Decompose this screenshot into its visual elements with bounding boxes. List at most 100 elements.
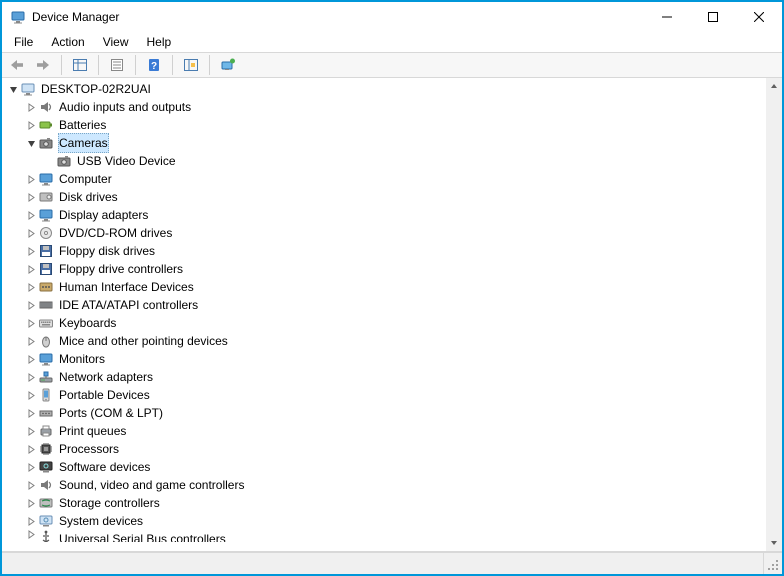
- tree-node-label: Computer: [58, 170, 113, 188]
- ide-icon: [38, 297, 54, 313]
- tree-category[interactable]: Batteries: [6, 116, 766, 134]
- chevron-right-icon[interactable]: [24, 283, 38, 292]
- menu-help[interactable]: Help: [139, 34, 180, 50]
- tree-category[interactable]: Portable Devices: [6, 386, 766, 404]
- tree-category[interactable]: Display adapters: [6, 206, 766, 224]
- chevron-right-icon[interactable]: [24, 445, 38, 454]
- menu-view[interactable]: View: [95, 34, 137, 50]
- disc-icon: [38, 225, 54, 241]
- tree-category[interactable]: Audio inputs and outputs: [6, 98, 766, 116]
- minimize-button[interactable]: [644, 2, 690, 32]
- scroll-down-icon[interactable]: [766, 535, 782, 551]
- tree-category[interactable]: DVD/CD-ROM drives: [6, 224, 766, 242]
- resize-grip-icon[interactable]: [764, 553, 782, 574]
- tree-category[interactable]: Floppy disk drives: [6, 242, 766, 260]
- tree-root[interactable]: DESKTOP-02R2UAI: [6, 80, 766, 98]
- camera-icon: [56, 153, 72, 169]
- tree-category[interactable]: Sound, video and game controllers: [6, 476, 766, 494]
- tree-node-label: Floppy disk drives: [58, 242, 156, 260]
- tree-node-label: Human Interface Devices: [58, 278, 195, 296]
- tree-node-label: Monitors: [58, 350, 106, 368]
- tree-category[interactable]: Cameras: [6, 134, 766, 152]
- tree-category[interactable]: Human Interface Devices: [6, 278, 766, 296]
- toolbar-separator: [135, 55, 136, 75]
- chevron-right-icon[interactable]: [24, 103, 38, 112]
- close-button[interactable]: [736, 2, 782, 32]
- system-icon: [38, 513, 54, 529]
- monitor-icon: [38, 207, 54, 223]
- status-cell: [2, 553, 764, 574]
- tree-category[interactable]: Keyboards: [6, 314, 766, 332]
- chevron-right-icon[interactable]: [24, 355, 38, 364]
- tree-category[interactable]: Processors: [6, 440, 766, 458]
- tree-node-label: Mice and other pointing devices: [58, 332, 229, 350]
- tree-category[interactable]: Software devices: [6, 458, 766, 476]
- usb-icon: [38, 530, 54, 542]
- menu-action[interactable]: Action: [43, 34, 92, 50]
- tree-category[interactable]: Ports (COM & LPT): [6, 404, 766, 422]
- back-button[interactable]: [6, 54, 28, 76]
- tree-category[interactable]: Universal Serial Bus controllers: [6, 530, 766, 542]
- chevron-right-icon[interactable]: [24, 193, 38, 202]
- tree-node-label: Network adapters: [58, 368, 154, 386]
- show-hide-tree-button[interactable]: [69, 54, 91, 76]
- chevron-right-icon[interactable]: [24, 319, 38, 328]
- chevron-right-icon[interactable]: [24, 409, 38, 418]
- device-tree[interactable]: DESKTOP-02R2UAIAudio inputs and outputsB…: [2, 78, 766, 551]
- chevron-down-icon[interactable]: [24, 139, 38, 148]
- chevron-right-icon[interactable]: [24, 427, 38, 436]
- maximize-button[interactable]: [690, 2, 736, 32]
- tree-category[interactable]: Floppy drive controllers: [6, 260, 766, 278]
- tree-category[interactable]: Mice and other pointing devices: [6, 332, 766, 350]
- chevron-right-icon[interactable]: [24, 265, 38, 274]
- tree-category[interactable]: System devices: [6, 512, 766, 530]
- computer-icon: [20, 81, 36, 97]
- statusbar: [2, 552, 782, 574]
- scroll-up-icon[interactable]: [766, 78, 782, 94]
- chevron-right-icon[interactable]: [24, 121, 38, 130]
- device-manager-window: Device Manager File Action View Help: [0, 0, 784, 576]
- audio-icon: [38, 477, 54, 493]
- chevron-down-icon[interactable]: [6, 85, 20, 94]
- chevron-right-icon[interactable]: [24, 301, 38, 310]
- tree-node-label: IDE ATA/ATAPI controllers: [58, 296, 199, 314]
- help-button[interactable]: ?: [143, 54, 165, 76]
- tree-node-label: DESKTOP-02R2UAI: [40, 80, 152, 98]
- forward-button[interactable]: [32, 54, 54, 76]
- menu-file[interactable]: File: [6, 34, 41, 50]
- tree-category[interactable]: Monitors: [6, 350, 766, 368]
- add-hardware-button[interactable]: [217, 54, 239, 76]
- toolbar: ?: [2, 52, 782, 78]
- port-icon: [38, 405, 54, 421]
- chevron-right-icon[interactable]: [24, 211, 38, 220]
- window-title: Device Manager: [32, 10, 119, 24]
- tree-node-label: Sound, video and game controllers: [58, 476, 245, 494]
- scan-hardware-button[interactable]: [180, 54, 202, 76]
- chevron-right-icon[interactable]: [24, 481, 38, 490]
- tree-node-label: Audio inputs and outputs: [58, 98, 192, 116]
- tree-category[interactable]: Disk drives: [6, 188, 766, 206]
- chevron-right-icon[interactable]: [24, 229, 38, 238]
- tree-category[interactable]: Print queues: [6, 422, 766, 440]
- chevron-right-icon[interactable]: [24, 175, 38, 184]
- chevron-right-icon[interactable]: [24, 463, 38, 472]
- titlebar[interactable]: Device Manager: [2, 2, 782, 32]
- chevron-right-icon[interactable]: [24, 373, 38, 382]
- chevron-right-icon[interactable]: [24, 247, 38, 256]
- tree-category[interactable]: IDE ATA/ATAPI controllers: [6, 296, 766, 314]
- chevron-right-icon[interactable]: [24, 499, 38, 508]
- chevron-right-icon[interactable]: [24, 517, 38, 526]
- tree-category[interactable]: Storage controllers: [6, 494, 766, 512]
- keyboard-icon: [38, 315, 54, 331]
- properties-button[interactable]: [106, 54, 128, 76]
- vertical-scrollbar[interactable]: [766, 78, 782, 551]
- toolbar-separator: [172, 55, 173, 75]
- camera-icon: [38, 135, 54, 151]
- chevron-right-icon[interactable]: [24, 337, 38, 346]
- tree-device[interactable]: USB Video Device: [6, 152, 766, 170]
- tree-category[interactable]: Computer: [6, 170, 766, 188]
- chevron-right-icon[interactable]: [24, 391, 38, 400]
- tree-category[interactable]: Network adapters: [6, 368, 766, 386]
- floppy-icon: [38, 243, 54, 259]
- chevron-right-icon[interactable]: [24, 530, 38, 539]
